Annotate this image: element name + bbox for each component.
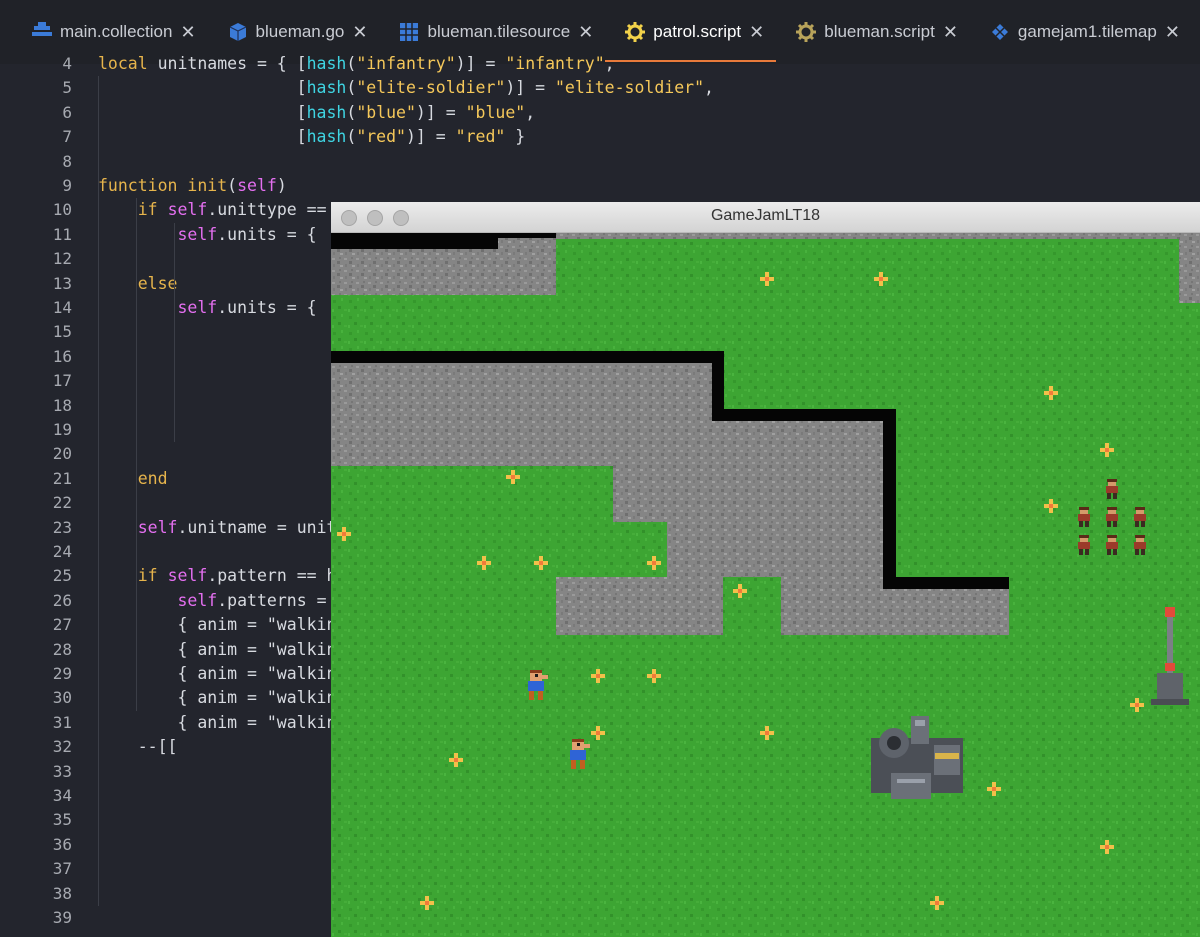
tab-label: blueman.tilesource (427, 22, 571, 41)
line-number: 21 (52, 468, 72, 488)
cube-icon (228, 22, 248, 42)
line-number: 32 (52, 737, 72, 757)
line-number: 28 (52, 639, 72, 659)
rock-area (1179, 233, 1200, 303)
line-number: 37 (52, 859, 72, 879)
tab-patrol-script[interactable]: patrol.script ✕ (605, 0, 777, 64)
code-line: else (137, 273, 178, 293)
line-number: 26 (52, 590, 72, 610)
line-number: 35 (52, 810, 72, 830)
indent-guide (136, 198, 137, 711)
window-title: GameJamLT18 (710, 207, 821, 224)
line-number: 4 (62, 54, 72, 73)
line-number: 27 (52, 615, 72, 635)
line-number: 29 (52, 664, 72, 683)
window-titlebar[interactable]: GameJamLT18 (331, 202, 1200, 233)
line-number: 19 (52, 420, 72, 439)
line-number: 24 (52, 542, 72, 561)
code-line: end (137, 468, 168, 488)
line-number: 15 (52, 322, 72, 342)
line-number: 17 (52, 371, 72, 391)
tab-label: patrol.script (653, 22, 742, 41)
line-number: 9 (62, 176, 72, 195)
code-line: [hash("blue")] = "blue", (98, 102, 536, 122)
code-line: [hash("elite-soldier")] = "elite-soldier… (98, 78, 714, 98)
tab-label: blueman.script (824, 22, 935, 41)
close-tab-icon[interactable]: ✕ (1165, 22, 1180, 43)
tilemap-icon (990, 22, 1010, 42)
line-number: 20 (52, 444, 72, 464)
gear-icon (625, 22, 646, 42)
code-line: { anim = "walking (98, 712, 347, 732)
tab-blueman-script[interactable]: blueman.script ✕ (776, 0, 970, 64)
line-number: 23 (52, 517, 72, 537)
tab-label: blueman.go (255, 22, 345, 41)
game-window[interactable]: GameJamLT18 (331, 202, 1200, 937)
close-tab-icon[interactable]: ✕ (352, 22, 367, 43)
close-tab-icon[interactable]: ✕ (180, 22, 195, 43)
line-number: 39 (52, 908, 72, 927)
rock-area (556, 233, 1200, 239)
code-line: local unitnames = { [hash("infantry")] =… (98, 54, 615, 73)
code-line: function init(self) (98, 176, 287, 195)
line-number: 31 (52, 712, 72, 732)
line-number: 6 (62, 102, 72, 122)
code-line: [hash("red")] = "red" } (98, 127, 526, 147)
game-scene[interactable] (331, 233, 1200, 937)
tab-label: main.collection (60, 22, 173, 41)
line-number: 22 (52, 493, 72, 513)
indent-guide (98, 76, 99, 906)
line-number: 36 (52, 834, 72, 854)
line-number: 30 (52, 688, 72, 708)
line-number: 12 (52, 249, 72, 269)
line-number: 13 (52, 273, 72, 293)
tab-ground[interactable]: ground (1192, 0, 1200, 64)
gear-icon (796, 22, 817, 42)
game-map (331, 233, 1200, 937)
line-number: 14 (52, 298, 72, 317)
grid-icon (399, 22, 419, 42)
line-number: 16 (52, 346, 72, 366)
collection-icon (32, 22, 52, 42)
line-number-gutter: 4 5 6 7 8 9 10 11 12 13 14 15 16 17 18 19 20 21 22 23 24 25 26… (0, 54, 82, 937)
line-number: 25 (52, 566, 72, 586)
tab-gamejam1-tilemap[interactable]: gamejam1.tilemap ✕ (970, 0, 1192, 64)
line-number: 5 (62, 78, 72, 98)
line-number: 7 (62, 127, 72, 147)
close-tab-icon[interactable]: ✕ (578, 22, 593, 43)
line-number: 8 (62, 151, 72, 171)
wall (331, 238, 498, 249)
line-number: 38 (52, 883, 72, 903)
line-number: 33 (52, 761, 72, 781)
wall (331, 233, 556, 238)
code-line: --[[ (98, 737, 178, 757)
indent-guide (174, 222, 175, 443)
tab-label: gamejam1.tilemap (1017, 22, 1157, 41)
line-number: 11 (52, 224, 72, 244)
line-number: 10 (52, 200, 72, 220)
close-tab-icon[interactable]: ✕ (943, 22, 958, 43)
close-tab-icon[interactable]: ✕ (749, 22, 764, 43)
line-number: 18 (52, 395, 72, 415)
line-number: 34 (52, 786, 72, 805)
